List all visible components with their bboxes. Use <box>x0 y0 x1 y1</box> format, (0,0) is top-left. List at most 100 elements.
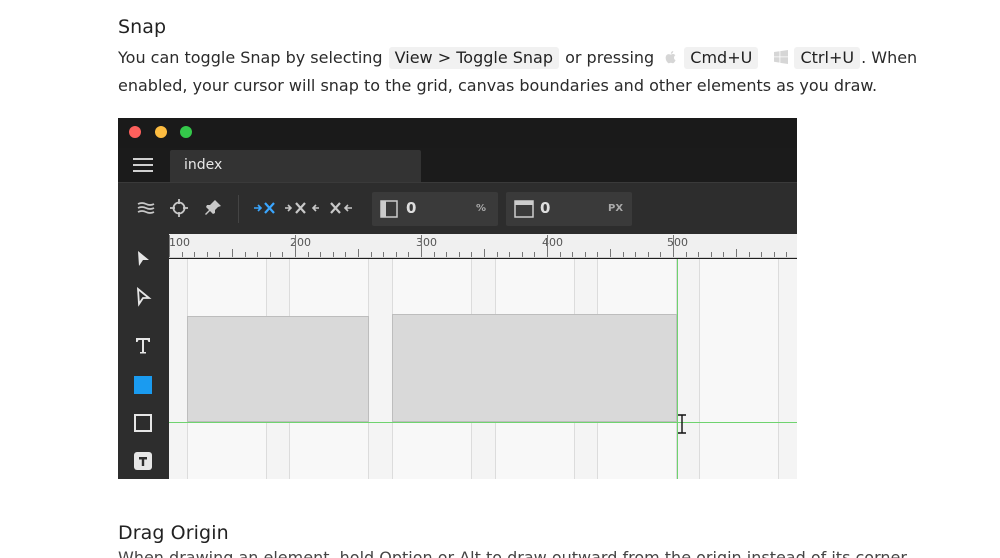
layers-icon[interactable] <box>135 197 157 219</box>
text-cursor-icon <box>677 414 687 438</box>
ruler-tick <box>547 235 548 257</box>
direct-select-arrow-icon[interactable] <box>132 286 154 308</box>
snap-guide-vertical <box>677 259 678 479</box>
grid-column <box>699 259 779 479</box>
ruler-tick <box>584 252 586 257</box>
ruler-tick <box>194 252 196 257</box>
ruler-tick <box>710 252 712 257</box>
ruler-label-300: 300 <box>416 236 437 249</box>
ruler-tick <box>421 235 422 257</box>
ruler-tick <box>660 252 662 257</box>
ruler-tick <box>786 252 788 257</box>
ruler-tick <box>433 252 435 257</box>
minimize-window-dot[interactable] <box>155 126 167 138</box>
menu-icon[interactable] <box>133 158 153 172</box>
ruler-tick <box>748 252 750 257</box>
select-arrow-icon[interactable] <box>132 248 154 270</box>
drawn-rectangle-left[interactable] <box>187 316 369 422</box>
opacity-value: 0 <box>406 199 417 217</box>
ruler-tick <box>458 252 460 257</box>
horizontal-ruler: 100 200 300 400 500 <box>169 234 797 258</box>
ruler-tick <box>383 252 385 257</box>
ruler-tick <box>723 252 725 257</box>
text-box-tool-icon[interactable] <box>132 450 154 472</box>
ruler-tick <box>370 252 372 257</box>
ruler-tick <box>559 252 561 257</box>
close-window-dot[interactable] <box>129 126 141 138</box>
ruler-tick <box>169 235 170 257</box>
ruler-tick <box>521 252 523 257</box>
ruler-tick <box>471 252 473 257</box>
menu-path-code: View > Toggle Snap <box>388 47 560 69</box>
fill-color-swatch[interactable] <box>132 374 154 396</box>
ruler-label-100: 100 <box>169 236 190 249</box>
drawn-rectangle-right[interactable] <box>392 314 677 422</box>
opacity-field[interactable]: 0 % <box>372 192 498 226</box>
tool-sidebar <box>118 234 169 479</box>
ruler-tick <box>673 235 674 257</box>
window-titlebar <box>118 118 797 148</box>
snap-description: You can toggle Snap by selecting View > … <box>118 44 938 100</box>
align-left-x-icon[interactable] <box>252 197 278 219</box>
win-shortcut: Ctrl+U <box>794 47 861 69</box>
snap-text-1: You can toggle Snap by selecting <box>118 48 388 67</box>
radius-unit: PX <box>608 203 624 214</box>
ruler-tick <box>181 252 183 257</box>
opacity-icon <box>380 200 398 218</box>
ruler-tick <box>219 252 221 257</box>
ruler-label-500: 500 <box>667 236 688 249</box>
pin-icon[interactable] <box>202 197 224 219</box>
ruler-label-200: 200 <box>290 236 311 249</box>
artboard-canvas[interactable] <box>169 259 797 479</box>
drag-origin-description: When drawing an element, hold Option or … <box>118 548 911 558</box>
rectangle-tool-icon[interactable] <box>132 412 154 434</box>
ruler-tick <box>773 252 775 257</box>
ruler-tick <box>572 252 574 257</box>
ruler-tick <box>610 249 611 257</box>
apple-icon <box>665 51 676 64</box>
ruler-tick <box>635 252 637 257</box>
ruler-tick <box>622 252 624 257</box>
ruler-tick <box>232 249 233 257</box>
tab-index[interactable]: index <box>170 150 421 182</box>
mac-shortcut: Cmd+U <box>684 47 759 69</box>
ruler-tick <box>647 252 649 257</box>
app-screenshot: index 0 % 0 PX 100 200 300 400 500 <box>118 118 797 479</box>
maximize-window-dot[interactable] <box>180 126 192 138</box>
ruler-tick <box>295 235 296 257</box>
ruler-tick <box>395 252 397 257</box>
align-right-x-icon[interactable] <box>328 197 354 219</box>
toolbar: 0 % 0 PX <box>118 182 797 234</box>
ruler-tick <box>484 249 485 257</box>
ruler-tick <box>446 252 448 257</box>
ruler-tick <box>597 252 599 257</box>
ruler-label-400: 400 <box>542 236 563 249</box>
ruler-tick <box>534 252 536 257</box>
section-heading-drag-origin: Drag Origin <box>118 522 229 544</box>
ruler-tick <box>509 252 511 257</box>
radius-field[interactable]: 0 PX <box>506 192 632 226</box>
ruler-tick <box>736 249 737 257</box>
ruler-tick <box>332 252 334 257</box>
ruler-tick <box>206 252 208 257</box>
snap-guide-horizontal <box>169 422 797 423</box>
toolbar-separator <box>238 195 239 223</box>
ruler-tick <box>685 252 687 257</box>
opacity-unit: % <box>476 203 487 214</box>
radius-value: 0 <box>540 199 551 217</box>
windows-icon <box>774 50 789 64</box>
ruler-tick <box>761 252 763 257</box>
ruler-tick <box>307 252 309 257</box>
align-center-x-icon[interactable] <box>284 197 320 219</box>
text-tool-icon[interactable] <box>132 334 154 356</box>
section-heading-snap: Snap <box>118 16 167 38</box>
crosshair-icon[interactable] <box>168 197 190 219</box>
ruler-tick <box>408 252 410 257</box>
ruler-tick <box>244 252 246 257</box>
ruler-tick <box>358 249 359 257</box>
tab-bar: index <box>118 148 797 182</box>
snap-text-2: or pressing <box>560 48 660 67</box>
ruler-tick <box>496 252 498 257</box>
ruler-tick <box>345 252 347 257</box>
ruler-tick <box>698 252 700 257</box>
